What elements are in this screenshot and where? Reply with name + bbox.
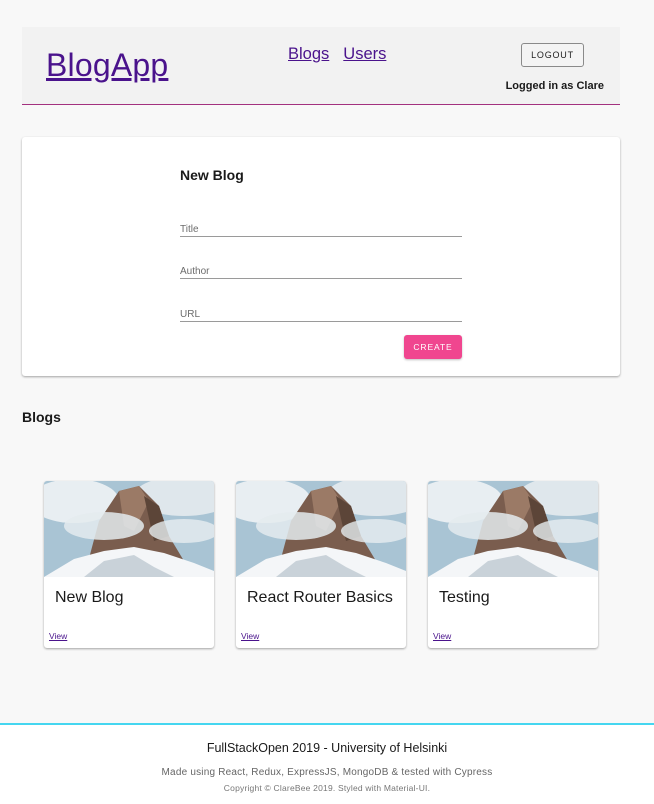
blog-card[interactable]: Testing View [428, 481, 598, 648]
blogs-heading: Blogs [22, 409, 61, 425]
brand-link[interactable]: BlogApp [46, 47, 168, 84]
blog-card[interactable]: New Blog View [44, 481, 214, 648]
form-title: New Blog [180, 167, 244, 183]
logout-button[interactable]: LOGOUT [521, 43, 584, 67]
mountain-image [236, 481, 406, 577]
card-view-link[interactable]: View [49, 631, 67, 641]
footer-main-text: FullStackOpen 2019 - University of Helsi… [206, 741, 448, 755]
url-field [180, 302, 462, 322]
nav-link-blogs[interactable]: Blogs [288, 45, 329, 64]
author-field [180, 259, 462, 279]
blog-card[interactable]: React Router Basics View [236, 481, 406, 648]
author-input[interactable] [180, 260, 462, 279]
create-button[interactable]: CREATE [404, 335, 462, 359]
card-title: New Blog [55, 589, 124, 606]
title-field [180, 217, 462, 237]
footer-copyright: Copyright © ClareBee 2019. Styled with M… [223, 783, 431, 793]
mountain-image [44, 481, 214, 577]
logged-in-status: Logged in as Clare [505, 80, 604, 92]
app-header: BlogApp Blogs Users LOGOUT Logged in as … [22, 27, 620, 105]
card-view-link[interactable]: View [433, 631, 451, 641]
nav-link-users[interactable]: Users [343, 45, 386, 64]
title-input[interactable] [180, 218, 462, 237]
url-input[interactable] [180, 303, 462, 322]
card-view-link[interactable]: View [241, 631, 259, 641]
footer-tech-text: Made using React, Redux, ExpressJS, Mong… [161, 767, 493, 778]
app-footer: FullStackOpen 2019 - University of Helsi… [0, 723, 654, 804]
main-nav: Blogs Users [288, 45, 386, 64]
card-title: Testing [439, 589, 490, 606]
mountain-image [428, 481, 598, 577]
card-title: React Router Basics [247, 589, 393, 606]
new-blog-form: New Blog CREATE [22, 137, 620, 376]
